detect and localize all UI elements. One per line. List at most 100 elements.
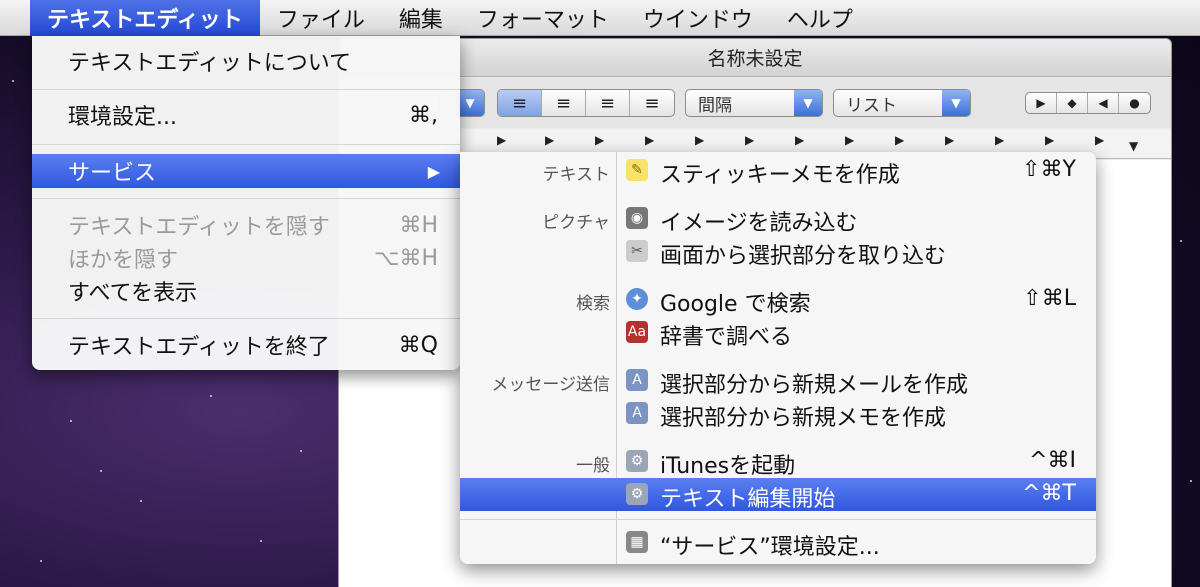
service-new-note[interactable]: A 選択部分から新規メモを作成 (460, 397, 1096, 431)
star (1180, 240, 1182, 242)
shortcut: ⇧⌘L (1023, 286, 1076, 311)
automator-icon: A (626, 402, 648, 424)
star (100, 470, 102, 472)
menu-item-about[interactable]: テキストエディットについて (32, 44, 460, 78)
service-label: 選択部分から新規メモを作成 (660, 406, 947, 431)
preferences-icon: ▦ (626, 531, 648, 553)
align-right-icon[interactable]: ≡ (630, 90, 674, 116)
service-label: テキスト編集開始 (660, 487, 836, 512)
tab-stop-icon[interactable]: ▶ (695, 133, 704, 147)
shortcut: ⌘Q (398, 332, 438, 358)
tab-stop-icon[interactable]: ▶ (595, 133, 604, 147)
tab-stop-icon[interactable]: ▶ (845, 133, 854, 147)
chevron-down-icon: ▼ (456, 90, 484, 116)
chevron-down-icon: ▼ (794, 90, 822, 116)
tab-stop-icon[interactable]: ▶ (1045, 133, 1054, 147)
sticky-note-icon: ✎ (626, 159, 648, 181)
tab-stop-icon[interactable]: ▶ (645, 133, 654, 147)
menu-file[interactable]: ファイル (260, 0, 382, 36)
service-sticky-note[interactable]: ✎ スティッキーメモを作成 ⇧⌘Y (460, 154, 1096, 188)
menu-window[interactable]: ウインドウ (626, 0, 770, 36)
service-label: 辞書で調べる (660, 325, 793, 350)
menu-item-label: テキストエディットを隠す (68, 215, 330, 240)
tab-left-icon[interactable]: ▶ (1026, 93, 1057, 113)
tab-center-icon[interactable]: ● (1119, 93, 1150, 113)
menu-item-services[interactable]: サービス ▶ (32, 154, 460, 188)
menu-item-hide-textedit[interactable]: テキストエディットを隠す ⌘H (32, 208, 460, 242)
shortcut: ⌘, (409, 102, 438, 128)
service-start-text-edit[interactable]: ⚙ テキスト編集開始 ^⌘T (460, 478, 1096, 512)
menu-item-show-all[interactable]: すべてを表示 (32, 274, 460, 308)
window-title: 名称未設定 (339, 39, 1171, 77)
star (260, 540, 262, 542)
services-submenu: テキスト ピクチャ 検索 メッセージ送信 一般 ✎ スティッキーメモを作成 ⇧⌘… (460, 152, 1096, 564)
menu-item-label: 環境設定... (68, 105, 177, 130)
star (300, 450, 302, 452)
tab-stops-control[interactable]: ▶ ◆ ◀ ● (1025, 92, 1151, 114)
menu-item-hide-others[interactable]: ほかを隠す ⌥⌘H (32, 241, 460, 275)
tab-stop-icon[interactable]: ▶ (1095, 133, 1104, 147)
menu-bar: テキストエディット ファイル 編集 フォーマット ウインドウ ヘルプ (0, 0, 1200, 36)
menu-separator (32, 318, 460, 319)
right-margin-icon[interactable]: ▼ (1129, 139, 1138, 153)
menu-separator (460, 519, 1096, 520)
dictionary-icon: Aa (626, 321, 648, 343)
star (140, 500, 142, 502)
star (70, 420, 72, 422)
star (210, 395, 212, 397)
list-popup[interactable]: リスト ▼ (833, 89, 971, 117)
grab-icon: ✂ (626, 240, 648, 262)
menu-item-label: テキストエディットを終了 (68, 335, 330, 360)
camera-icon: ◉ (626, 207, 648, 229)
service-label: iTunesを起動 (660, 454, 796, 479)
service-label: 選択部分から新規メールを作成 (660, 373, 969, 398)
service-label: スティッキーメモを作成 (660, 163, 900, 188)
service-label: 画面から選択部分を取り込む (660, 244, 947, 269)
tab-right-icon[interactable]: ◀ (1088, 93, 1119, 113)
star (1190, 480, 1192, 482)
menu-separator (32, 89, 460, 90)
tab-stop-icon[interactable]: ▶ (745, 133, 754, 147)
textedit-menu: テキストエディットについて 環境設定... ⌘, サービス ▶ テキストエディッ… (32, 36, 460, 370)
tab-stop-icon[interactable]: ▶ (945, 133, 954, 147)
star (12, 80, 14, 82)
align-justify-icon[interactable]: ≡ (586, 90, 630, 116)
service-preferences[interactable]: ▦ “サービス”環境設定... (460, 526, 1096, 560)
shortcut: ⌥⌘H (374, 245, 438, 271)
shortcut: ⌘H (399, 212, 438, 238)
menu-item-label: テキストエディットについて (68, 51, 352, 76)
automator-robot-icon: ⚙ (626, 483, 648, 505)
service-label: Google で検索 (660, 292, 811, 317)
spacing-popup[interactable]: 間隔 ▼ (685, 89, 823, 117)
menu-format[interactable]: フォーマット (460, 0, 626, 36)
service-import-image[interactable]: ◉ イメージを読み込む (460, 202, 1096, 236)
tab-decimal-icon[interactable]: ◆ (1057, 93, 1088, 113)
menu-item-quit[interactable]: テキストエディットを終了 ⌘Q (32, 328, 460, 362)
menu-item-label: サービス (68, 161, 157, 186)
service-new-mail[interactable]: A 選択部分から新規メールを作成 (460, 364, 1096, 398)
automator-robot-icon: ⚙ (626, 450, 648, 472)
tab-stop-icon[interactable]: ▶ (995, 133, 1004, 147)
menu-item-label: すべてを表示 (68, 281, 198, 306)
tab-stop-icon[interactable]: ▶ (895, 133, 904, 147)
menu-item-preferences[interactable]: 環境設定... ⌘, (32, 98, 460, 132)
tab-stop-icon[interactable]: ▶ (497, 133, 506, 147)
service-google-search[interactable]: ✦ Google で検索 ⇧⌘L (460, 283, 1096, 317)
service-dictionary[interactable]: Aa 辞書で調べる (460, 316, 1096, 350)
shortcut: ^⌘I (1029, 448, 1076, 473)
align-left-icon[interactable]: ≡ (498, 90, 542, 116)
alignment-segmented-control[interactable]: ≡ ≡ ≡ ≡ (497, 89, 675, 117)
safari-compass-icon: ✦ (626, 288, 648, 310)
apple-icon[interactable] (0, 0, 30, 36)
service-launch-itunes[interactable]: ⚙ iTunesを起動 ^⌘I (460, 445, 1096, 479)
align-center-icon[interactable]: ≡ (542, 90, 586, 116)
menu-edit[interactable]: 編集 (382, 0, 460, 36)
shortcut: ⇧⌘Y (1022, 157, 1076, 182)
menu-separator (32, 198, 460, 199)
tab-stop-icon[interactable]: ▶ (545, 133, 554, 147)
menu-help[interactable]: ヘルプ (770, 0, 870, 36)
tab-stop-icon[interactable]: ▶ (795, 133, 804, 147)
service-capture-selection[interactable]: ✂ 画面から選択部分を取り込む (460, 235, 1096, 269)
menu-textedit[interactable]: テキストエディット (30, 0, 260, 36)
menu-separator (32, 144, 460, 145)
